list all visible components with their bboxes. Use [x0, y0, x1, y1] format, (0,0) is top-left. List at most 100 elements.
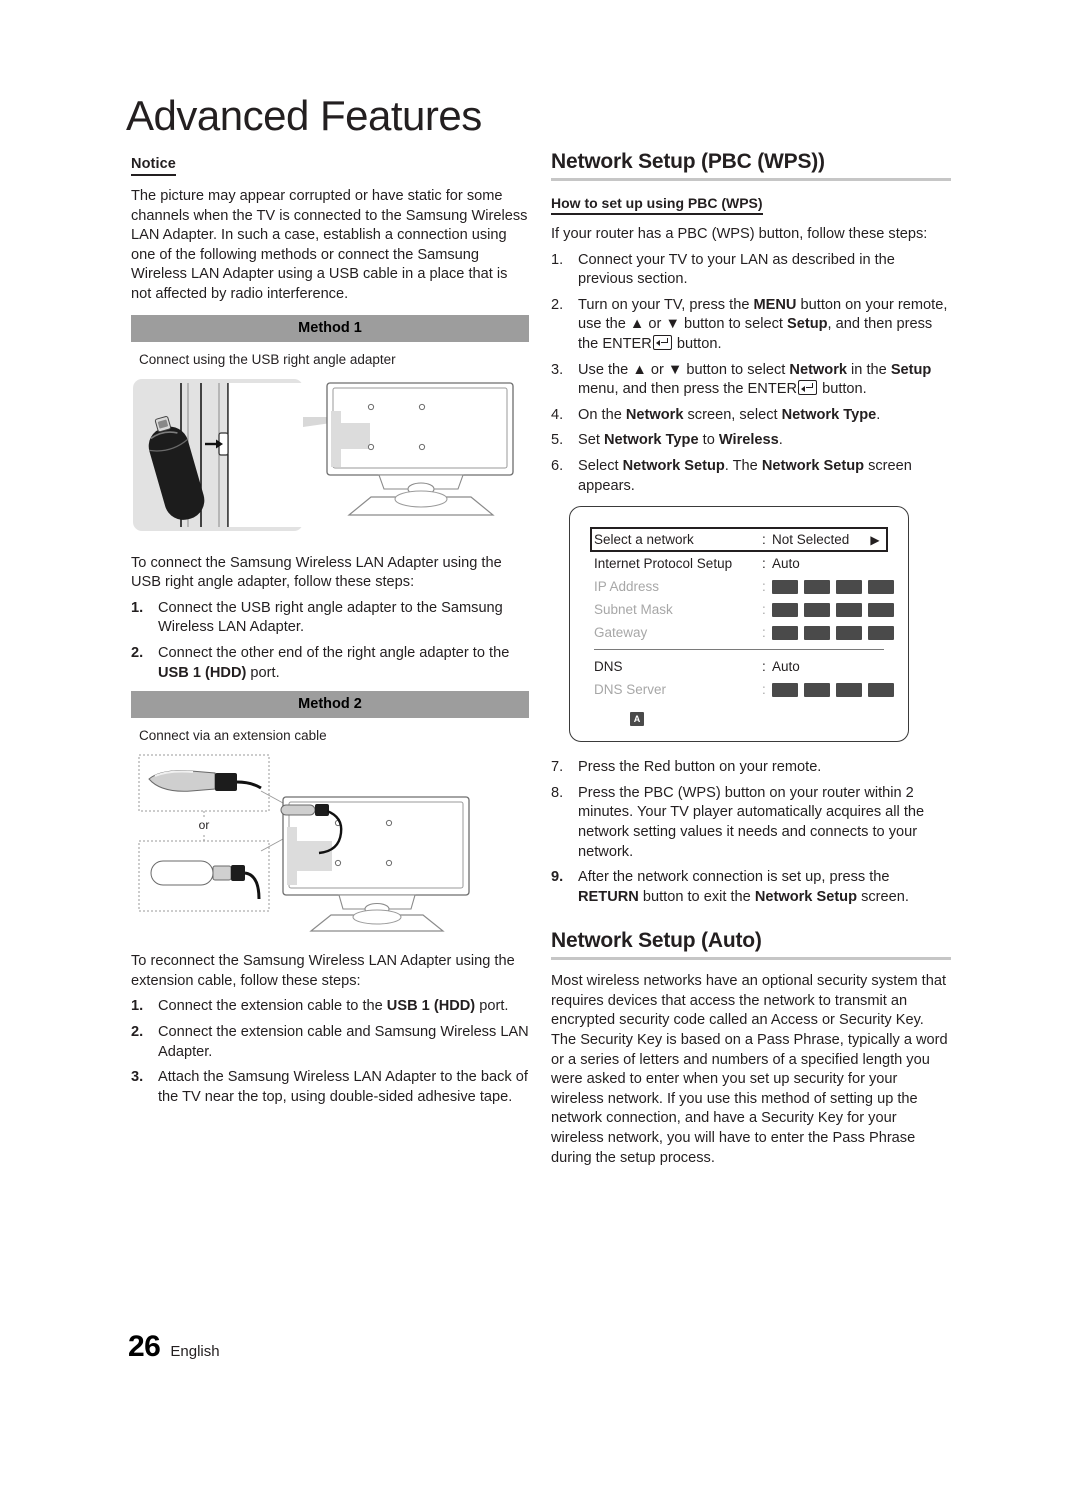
method-1-steps: 1. Connect the USB right angle adapter t… — [131, 599, 529, 683]
step-number: 2. — [131, 1023, 144, 1040]
step-text: Press the PBC (WPS) button on your route… — [578, 784, 925, 860]
left-column: Notice The picture may appear corrupted … — [131, 155, 529, 1113]
page-language: English — [170, 1343, 220, 1360]
osd-row-select-a-network[interactable]: Select a network : Not Selected ▶ — [590, 527, 888, 553]
list-item: 3. Attach the Samsung Wireless LAN Adapt… — [131, 1068, 529, 1107]
osd-row-gateway: Gateway : — [594, 621, 894, 644]
network-setup-osd: Select a network : Not Selected ▶ Intern… — [569, 506, 909, 743]
osd-colon: : — [762, 579, 766, 595]
pbc-intro: If your router has a PBC (WPS) button, f… — [551, 226, 928, 242]
step-number: 6. — [551, 457, 564, 474]
step-number: 5. — [551, 432, 564, 449]
method-1-caption: Connect using the USB right angle adapte… — [139, 351, 396, 367]
osd-label: Subnet Mask — [594, 602, 673, 618]
section-heading-pbc: Network Setup (PBC (WPS)) — [551, 150, 951, 181]
enter-key-icon — [798, 380, 818, 396]
method-1-intro: To connect the Samsung Wireless LAN Adap… — [131, 554, 502, 591]
osd-row-subnet-mask: Subnet Mask : — [594, 598, 894, 621]
notice-heading: Notice — [131, 156, 176, 176]
osd-value-blocks — [772, 682, 894, 697]
page-title: Advanced Features — [126, 92, 482, 139]
list-item: 4. On the Network screen, select Network… — [551, 406, 951, 426]
step-number: 3. — [131, 1069, 144, 1086]
step-text: Connect the other end of the right angle… — [158, 644, 510, 681]
method-2-steps: 1. Connect the extension cable to the US… — [131, 997, 529, 1107]
list-item: 2. Connect the extension cable and Samsu… — [131, 1023, 529, 1062]
step-number: 1. — [131, 599, 144, 616]
right-column: Network Setup (PBC (WPS)) How to set up … — [551, 150, 951, 1178]
osd-colon: : — [762, 659, 766, 675]
step-text: Connect your TV to your LAN as described… — [578, 251, 895, 288]
step-text: After the network connection is set up, … — [578, 869, 909, 905]
list-item: 9. After the network connection is set u… — [551, 868, 951, 907]
osd-label: IP Address — [594, 579, 660, 595]
osd-colon: : — [762, 625, 766, 641]
osd-value-blocks — [772, 579, 894, 594]
osd-row-ip-address: IP Address : — [594, 575, 894, 598]
list-item: 2. Turn on your TV, press the MENU butto… — [551, 296, 951, 355]
step-number: 7. — [551, 759, 564, 776]
osd-value: Auto — [772, 659, 800, 675]
osd-value-blocks — [772, 625, 894, 640]
auto-body: Most wireless networks have an optional … — [551, 973, 948, 1166]
osd-row-internet-protocol-setup[interactable]: Internet Protocol Setup : Auto — [594, 552, 884, 575]
chevron-right-icon[interactable]: ▶ — [866, 533, 884, 547]
pbc-steps-continued: 7. Press the Red button on your remote. … — [551, 758, 951, 907]
osd-value: Auto — [772, 556, 800, 572]
red-a-key-icon[interactable]: A — [630, 712, 644, 727]
notice-body: The picture may appear corrupted or have… — [131, 188, 528, 302]
step-number: 1. — [551, 251, 564, 268]
step-number: 2. — [551, 296, 564, 313]
osd-row-dns-server: DNS Server : — [594, 678, 894, 701]
step-text: On the Network screen, select Network Ty… — [578, 406, 881, 423]
step-text: Turn on your TV, press the MENU button o… — [578, 296, 948, 352]
method-2-bar: Method 2 — [131, 691, 529, 719]
list-item: 1. Connect the extension cable to the US… — [131, 997, 529, 1017]
method-2-figure: or — [131, 751, 529, 938]
pbc-steps: 1. Connect your TV to your LAN as descri… — [551, 251, 951, 497]
step-number: 3. — [551, 361, 564, 378]
osd-value-blocks — [772, 602, 894, 617]
method-1-bar: Method 1 — [131, 314, 529, 342]
step-number: 2. — [131, 644, 144, 661]
step-number: 1. — [131, 998, 144, 1015]
list-item: 7. Press the Red button on your remote. — [551, 758, 951, 778]
osd-colon: : — [762, 602, 766, 618]
osd-label: DNS — [594, 659, 623, 675]
step-text: Connect the extension cable to the USB 1… — [158, 998, 509, 1015]
method-1-figure — [131, 375, 529, 540]
enter-key-icon — [652, 334, 672, 350]
step-text: Connect the extension cable and Samsung … — [158, 1023, 529, 1060]
list-item: 5. Set Network Type to Wireless. — [551, 431, 951, 451]
osd-colon: : — [762, 556, 766, 572]
step-number: 9. — [551, 869, 564, 886]
figure-or-label: or — [199, 818, 210, 832]
manual-page: Advanced Features Notice The picture may… — [0, 0, 1080, 1494]
step-text: Set Network Type to Wireless. — [578, 432, 783, 449]
osd-label: Gateway — [594, 625, 648, 641]
list-item: 2. Connect the other end of the right an… — [131, 644, 529, 683]
osd-footer: A — [594, 701, 884, 727]
osd-colon: : — [762, 682, 766, 698]
section-heading-auto: Network Setup (Auto) — [551, 929, 951, 961]
step-number: 8. — [551, 784, 564, 801]
osd-label: Internet Protocol Setup — [594, 556, 733, 572]
step-text: Use the ▲ or ▼ button to select Network … — [578, 361, 932, 398]
osd-colon: : — [762, 532, 766, 548]
list-item: 8. Press the PBC (WPS) button on your ro… — [551, 784, 951, 862]
subheading-how-to-pbc: How to set up using PBC (WPS) — [551, 195, 763, 215]
list-item: 1. Connect the USB right angle adapter t… — [131, 599, 529, 638]
osd-divider — [594, 649, 884, 651]
method-2-caption: Connect via an extension cable — [139, 728, 327, 744]
list-item: 1. Connect your TV to your LAN as descri… — [551, 251, 951, 290]
step-text: Press the Red button on your remote. — [578, 759, 822, 776]
step-text: Attach the Samsung Wireless LAN Adapter … — [158, 1069, 528, 1105]
osd-label: DNS Server — [594, 682, 667, 698]
step-number: 4. — [551, 406, 564, 423]
list-item: 6. Select Network Setup. The Network Set… — [551, 457, 951, 496]
list-item: 3. Use the ▲ or ▼ button to select Netwo… — [551, 361, 951, 400]
osd-label: Select a network — [594, 532, 694, 548]
method-2-intro: To reconnect the Samsung Wireless LAN Ad… — [131, 953, 515, 989]
step-text: Connect the USB right angle adapter to t… — [158, 599, 503, 636]
osd-row-dns[interactable]: DNS : Auto — [594, 655, 884, 678]
